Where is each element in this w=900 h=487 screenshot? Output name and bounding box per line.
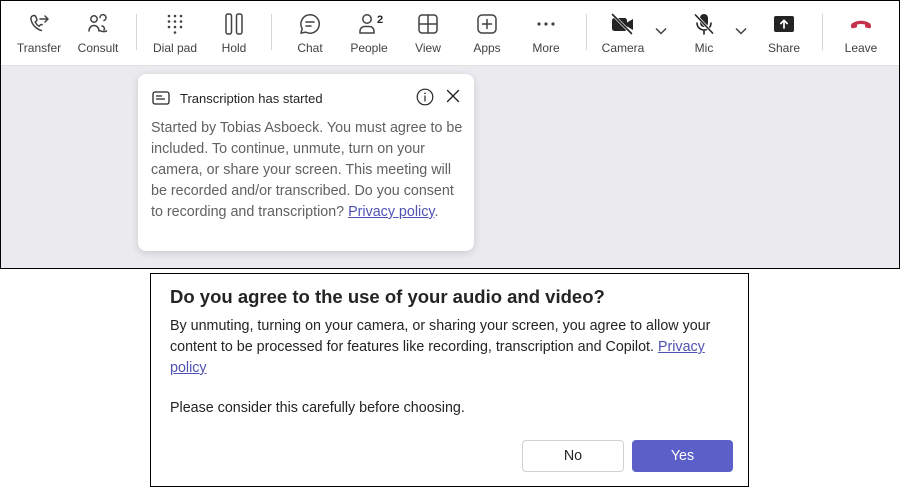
share-button[interactable]: Share xyxy=(763,1,805,65)
mic-label: Mic xyxy=(694,41,714,55)
camera-options-chevron[interactable] xyxy=(653,19,669,43)
mic-button[interactable]: Mic xyxy=(686,1,722,65)
info-button[interactable] xyxy=(416,88,434,111)
people-label: People xyxy=(350,41,388,55)
close-icon xyxy=(446,89,460,103)
meeting-toolbar: Transfer Consult Dial pad Hold Chat Peop… xyxy=(1,1,899,66)
more-label: More xyxy=(532,41,560,55)
more-dots-icon xyxy=(532,10,560,38)
dial-pad-icon xyxy=(161,10,189,38)
consult-button[interactable]: Consult xyxy=(76,1,120,65)
transcription-notice: Transcription has started Started by Tob… xyxy=(138,74,474,251)
transfer-icon xyxy=(25,10,53,38)
hang-up-icon xyxy=(847,10,875,38)
close-notice-button[interactable] xyxy=(446,89,460,108)
notice-title: Transcription has started xyxy=(180,90,323,106)
chat-button[interactable]: Chat xyxy=(290,1,330,65)
camera-button[interactable]: Camera xyxy=(599,1,647,65)
view-button[interactable]: View xyxy=(408,1,448,65)
share-screen-icon xyxy=(770,10,798,38)
yes-button[interactable]: Yes xyxy=(632,440,733,472)
grid-view-icon xyxy=(414,10,442,38)
notice-body: Started by Tobias Asboeck. You must agre… xyxy=(151,118,469,223)
notice-text-end: . xyxy=(434,204,439,220)
people-button[interactable]: People xyxy=(347,1,391,65)
dialog-note: Please consider this carefully before ch… xyxy=(170,400,465,416)
transcript-icon xyxy=(152,91,170,105)
camera-off-icon xyxy=(609,10,637,38)
more-button[interactable]: More xyxy=(526,1,566,65)
apps-add-icon xyxy=(473,10,501,38)
toolbar-divider xyxy=(822,14,823,50)
camera-label: Camera xyxy=(601,41,645,55)
apps-button[interactable]: Apps xyxy=(467,1,507,65)
share-label: Share xyxy=(767,41,801,55)
mic-options-chevron[interactable] xyxy=(733,19,749,43)
view-label: View xyxy=(415,41,441,55)
leave-button[interactable]: Leave xyxy=(840,1,882,65)
toolbar-divider xyxy=(586,14,587,50)
transfer-button[interactable]: Transfer xyxy=(17,1,61,65)
transfer-label: Transfer xyxy=(16,41,62,55)
info-icon xyxy=(416,88,434,106)
chat-icon xyxy=(296,10,324,38)
no-button[interactable]: No xyxy=(522,440,624,472)
dialog-text: By unmuting, turning on your camera, or … xyxy=(170,316,735,379)
toolbar-divider xyxy=(136,14,137,50)
dial-pad-button[interactable]: Dial pad xyxy=(151,1,199,65)
participant-count-badge: 2 xyxy=(377,14,384,26)
consult-label: Consult xyxy=(77,41,119,55)
apps-label: Apps xyxy=(473,41,501,55)
consent-dialog: Do you agree to the use of your audio an… xyxy=(150,273,749,487)
mic-off-icon xyxy=(690,10,718,38)
hold-label: Hold xyxy=(221,41,247,55)
chevron-down-icon xyxy=(735,27,747,35)
consult-icon xyxy=(84,10,112,38)
meeting-window: Transfer Consult Dial pad Hold Chat Peop… xyxy=(0,0,900,269)
privacy-policy-link[interactable]: Privacy policy xyxy=(348,204,434,220)
pause-icon xyxy=(220,10,248,38)
dialog-description: By unmuting, turning on your camera, or … xyxy=(170,318,711,355)
dialog-title: Do you agree to the use of your audio an… xyxy=(170,286,605,307)
toolbar-divider xyxy=(271,14,272,50)
chat-label: Chat xyxy=(297,41,323,55)
dial-pad-label: Dial pad xyxy=(152,41,198,55)
chevron-down-icon xyxy=(655,27,667,35)
leave-label: Leave xyxy=(844,41,878,55)
hold-button[interactable]: Hold xyxy=(213,1,255,65)
